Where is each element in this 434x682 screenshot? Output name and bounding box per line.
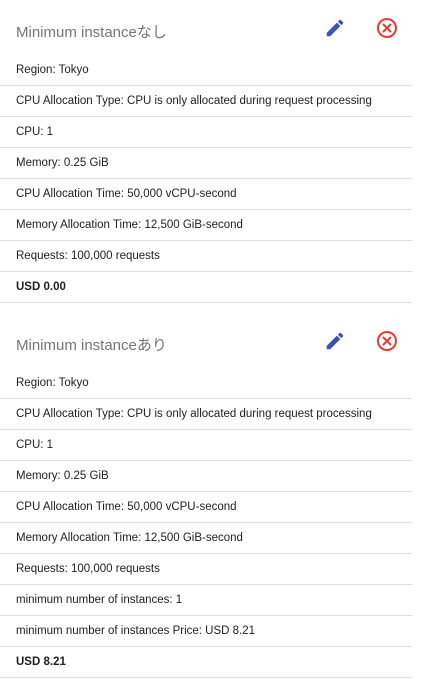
close-circle-icon bbox=[377, 331, 397, 351]
remove-button[interactable] bbox=[373, 14, 401, 42]
cpu-allocation-time-row: CPU Allocation Time: 50,000 vCPU-second bbox=[0, 179, 412, 210]
cpu-row: CPU: 1 bbox=[0, 117, 412, 148]
total-price: USD 0.00 bbox=[0, 272, 412, 303]
cpu-allocation-time-row: CPU Allocation Time: 50,000 vCPU-second bbox=[0, 492, 412, 523]
estimate-title: Minimum instanceなし bbox=[16, 24, 167, 41]
cpu-row: CPU: 1 bbox=[0, 430, 412, 461]
edit-button[interactable] bbox=[321, 14, 349, 42]
region-row: Region: Tokyo bbox=[0, 55, 412, 86]
estimate-card-header: Minimum instanceあり bbox=[0, 313, 412, 368]
remove-button[interactable] bbox=[373, 327, 401, 355]
pencil-icon bbox=[326, 19, 344, 37]
memory-allocation-time-row: Memory Allocation Time: 12,500 GiB-secon… bbox=[0, 210, 412, 241]
memory-allocation-time-row: Memory Allocation Time: 12,500 GiB-secon… bbox=[0, 523, 412, 554]
cpu-allocation-type-row: CPU Allocation Type: CPU is only allocat… bbox=[0, 399, 412, 430]
min-instances-row: minimum number of instances: 1 bbox=[0, 585, 412, 616]
estimate-card-2: Minimum instanceあり Region: Tokyo CPU All… bbox=[0, 313, 412, 678]
requests-row: Requests: 100,000 requests bbox=[0, 241, 412, 272]
cpu-allocation-type-row: CPU Allocation Type: CPU is only allocat… bbox=[0, 86, 412, 117]
min-instances-price-row: minimum number of instances Price: USD 8… bbox=[0, 616, 412, 647]
memory-row: Memory: 0.25 GiB bbox=[0, 148, 412, 179]
edit-button[interactable] bbox=[321, 327, 349, 355]
region-row: Region: Tokyo bbox=[0, 368, 412, 399]
memory-row: Memory: 0.25 GiB bbox=[0, 461, 412, 492]
estimate-title: Minimum instanceあり bbox=[16, 337, 167, 354]
close-circle-icon bbox=[377, 18, 397, 38]
estimate-card-1: Minimum instanceなし Region: Tokyo CPU All… bbox=[0, 0, 412, 303]
estimate-card-header: Minimum instanceなし bbox=[0, 0, 412, 55]
requests-row: Requests: 100,000 requests bbox=[0, 554, 412, 585]
total-price: USD 8.21 bbox=[0, 647, 412, 678]
pencil-icon bbox=[326, 332, 344, 350]
